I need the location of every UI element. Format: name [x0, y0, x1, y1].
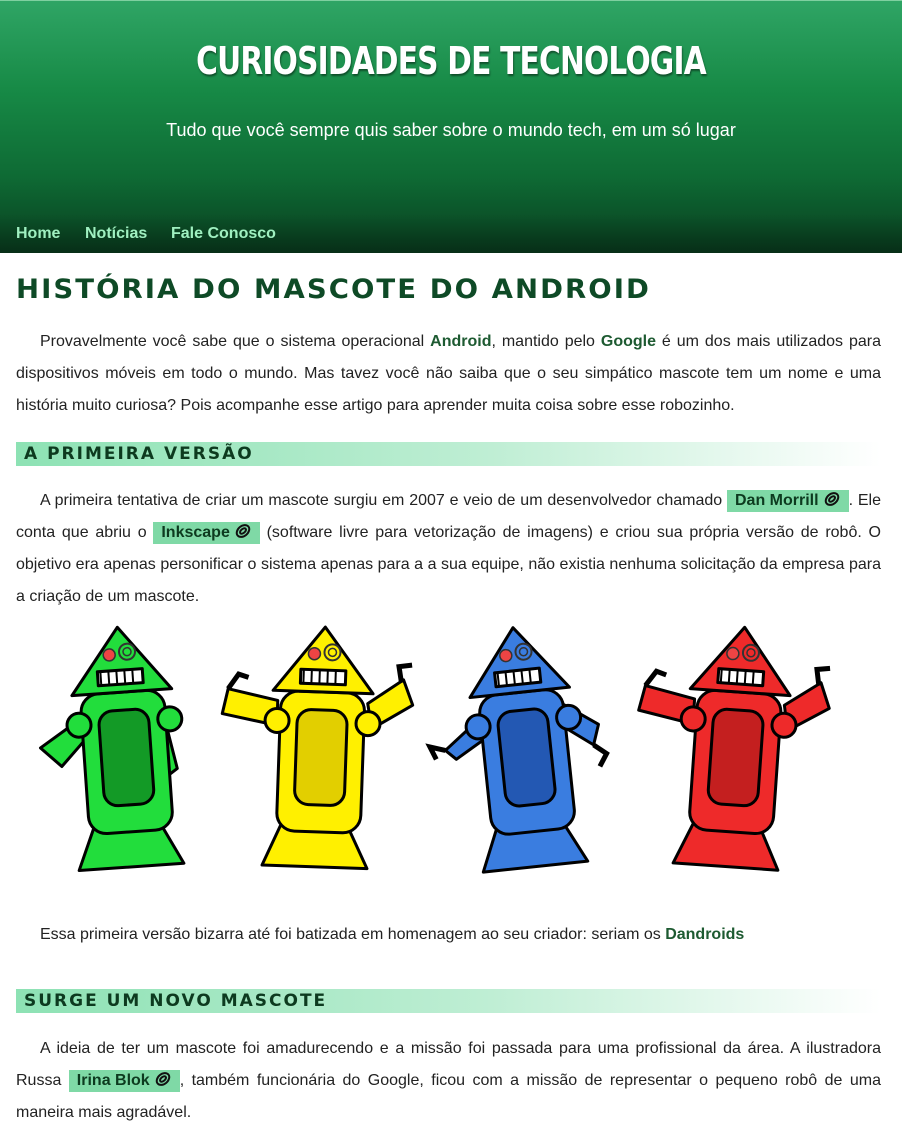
- site-subtitle: Tudo que você sempre quis saber sobre o …: [166, 120, 736, 140]
- robot-yellow: [220, 625, 415, 871]
- section-heading-primeira-versao: A primeira versão: [16, 442, 881, 466]
- link-label: Irina Blok: [76, 1072, 150, 1089]
- text: Provavelmente você sabe que o sistema op…: [40, 333, 431, 350]
- nav-item-home[interactable]: Home: [16, 225, 60, 243]
- page-title: História do mascote do Android: [16, 274, 651, 305]
- nav-item-noticias[interactable]: Notícias: [85, 225, 147, 243]
- link-label: Dan Morrill: [735, 492, 819, 509]
- link-dan-morrill[interactable]: Dan Morrill: [727, 490, 849, 512]
- text: A primeira tentativa de criar um mascote…: [40, 492, 727, 509]
- site-header: CURIOSIDADES DE TECNOLOGIA Tudo que você…: [0, 0, 902, 253]
- paperclip-icon: [823, 491, 841, 507]
- intro-paragraph: Provavelmente você sabe que o sistema op…: [16, 326, 881, 422]
- robot-blue: [425, 626, 610, 874]
- section-heading-novo-mascote: Surge um novo mascote: [16, 989, 881, 1013]
- link-irina-blok[interactable]: Irina Blok: [68, 1070, 180, 1092]
- site-title: CURIOSIDADES DE TECNOLOGIA: [196, 39, 707, 83]
- paperclip-icon: [234, 523, 252, 539]
- keyword-android: Android: [430, 333, 492, 350]
- section1-paragraph-2: Essa primeira versão bizarra até foi bat…: [16, 919, 881, 951]
- text: Essa primeira versão bizarra até foi bat…: [40, 926, 666, 943]
- text: , mantido pelo: [491, 333, 601, 350]
- keyword-dandroids: Dandroids: [665, 926, 745, 943]
- robot-red: [637, 625, 831, 872]
- keyword-google: Google: [600, 333, 656, 350]
- nav-item-fale-conosco[interactable]: Fale Conosco: [171, 225, 276, 243]
- paperclip-icon: [154, 1071, 172, 1087]
- dandroids-image: [26, 622, 886, 882]
- robot-green: [39, 625, 186, 873]
- link-inkscape[interactable]: Inkscape: [153, 522, 260, 544]
- main-nav: Home Notícias Fale Conosco: [0, 213, 902, 253]
- section2-paragraph: A ideia de ter um mascote foi amadurecen…: [16, 1033, 881, 1129]
- section1-paragraph: A primeira tentativa de criar um mascote…: [16, 485, 881, 613]
- link-label: Inkscape: [161, 524, 230, 541]
